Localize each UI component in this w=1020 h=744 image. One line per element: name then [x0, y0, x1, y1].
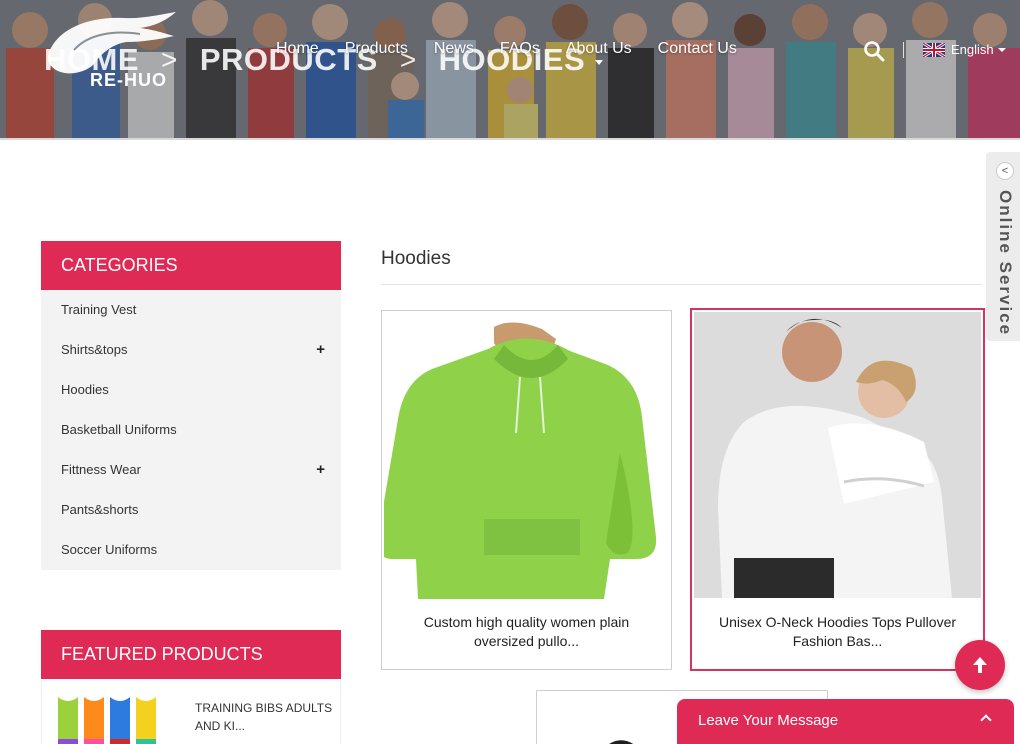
hero-bottom-border	[0, 138, 1020, 140]
back-to-top-button[interactable]	[955, 640, 1005, 690]
product-card[interactable]: Custom high quality women plain oversize…	[381, 310, 672, 670]
nav-home[interactable]: Home	[276, 38, 319, 60]
featured-item[interactable]: TRAINING BIBS ADULTS AND KI...	[41, 679, 341, 744]
product-card-hovered[interactable]: Unisex O-Neck Hoodies Tops Pullover Fash…	[690, 308, 985, 671]
category-item-pants-shorts[interactable]: Pants&shorts	[41, 490, 341, 530]
nav-label: About Us	[565, 40, 632, 57]
chevron-left-icon[interactable]: <	[996, 162, 1014, 180]
expand-icon[interactable]: +	[316, 330, 325, 370]
categories-list: Training Vest Shirts&tops + Hoodies Baske…	[41, 290, 341, 570]
nav-label: Contact Us	[657, 40, 737, 57]
nav-news[interactable]: News	[434, 38, 474, 60]
hero-banner: HOME > PRODUCTS > HOODIES RE-HUO Home Pr…	[0, 0, 1020, 140]
category-label: Training Vest	[61, 302, 137, 317]
nav-about-us[interactable]: About Us	[565, 38, 632, 65]
categories-panel: CATEGORIES Training Vest Shirts&tops + Ho…	[41, 241, 341, 570]
arrow-up-icon	[973, 657, 987, 673]
category-label: Hoodies	[61, 382, 109, 397]
category-label: Soccer Uniforms	[61, 542, 158, 557]
category-item-fittness-wear[interactable]: Fittness Wear +	[41, 450, 341, 490]
category-item-hoodies[interactable]: Hoodies	[41, 370, 341, 410]
online-service-tab[interactable]: < Online Service	[986, 152, 1020, 341]
category-label: Shirts&tops	[61, 342, 128, 357]
language-label: English	[951, 42, 994, 57]
page: HOME > PRODUCTS > HOODIES RE-HUO Home Pr…	[0, 0, 1020, 744]
green-hoodie-image	[384, 313, 669, 599]
featured-products-panel: FEATURED PRODUCTS TRAINING BIBS ADULTS A…	[41, 630, 341, 744]
chevron-down-icon	[997, 47, 1006, 52]
category-label: Fittness Wear	[61, 462, 141, 477]
category-item-basketball-uniforms[interactable]: Basketball Uniforms	[41, 410, 341, 450]
nav-label: Products	[344, 40, 408, 57]
product-image[interactable]	[384, 313, 669, 599]
category-item-shirts-tops[interactable]: Shirts&tops +	[41, 330, 341, 370]
product-image[interactable]	[694, 312, 981, 598]
online-service-label: Online Service	[996, 190, 1015, 337]
brand-logo-text: RE-HUO	[90, 70, 167, 90]
divider	[903, 42, 904, 58]
category-label: Basketball Uniforms	[61, 422, 177, 437]
nav-products[interactable]: Products	[345, 38, 408, 60]
title-divider	[381, 284, 982, 285]
nav-label: Home	[276, 40, 319, 57]
chevron-up-icon[interactable]	[980, 714, 992, 726]
product-caption[interactable]: Custom high quality women plain oversize…	[396, 613, 657, 651]
dropdown-arrow-icon	[594, 60, 603, 65]
leave-message-label: Leave Your Message	[698, 712, 839, 729]
main-nav: Home Products News FAQs About Us Contact…	[276, 38, 763, 65]
featured-heading: FEATURED PRODUCTS	[41, 630, 341, 679]
featured-item-title[interactable]: TRAINING BIBS ADULTS AND KI...	[195, 699, 335, 735]
category-label: Pants&shorts	[61, 502, 139, 517]
leave-message-bar[interactable]: Leave Your Message	[677, 699, 1014, 744]
nav-contact-us[interactable]: Contact Us	[658, 38, 737, 60]
product-caption[interactable]: Unisex O-Neck Hoodies Tops Pullover Fash…	[706, 613, 969, 651]
page-title: Hoodies	[381, 248, 451, 269]
nav-faqs[interactable]: FAQs	[500, 38, 540, 60]
category-item-soccer-uniforms[interactable]: Soccer Uniforms	[41, 530, 341, 570]
white-couple-hoodies-image	[694, 312, 981, 598]
nav-label: FAQs	[499, 40, 540, 57]
uk-flag-icon	[923, 42, 945, 57]
search-icon[interactable]	[863, 40, 885, 62]
nav-label: News	[433, 40, 474, 57]
expand-icon[interactable]: +	[316, 450, 325, 490]
language-selector[interactable]: English	[923, 42, 1006, 57]
categories-heading: CATEGORIES	[41, 241, 341, 290]
category-item-training-vest[interactable]: Training Vest	[41, 290, 341, 330]
training-bibs-thumbnail[interactable]	[54, 691, 166, 744]
